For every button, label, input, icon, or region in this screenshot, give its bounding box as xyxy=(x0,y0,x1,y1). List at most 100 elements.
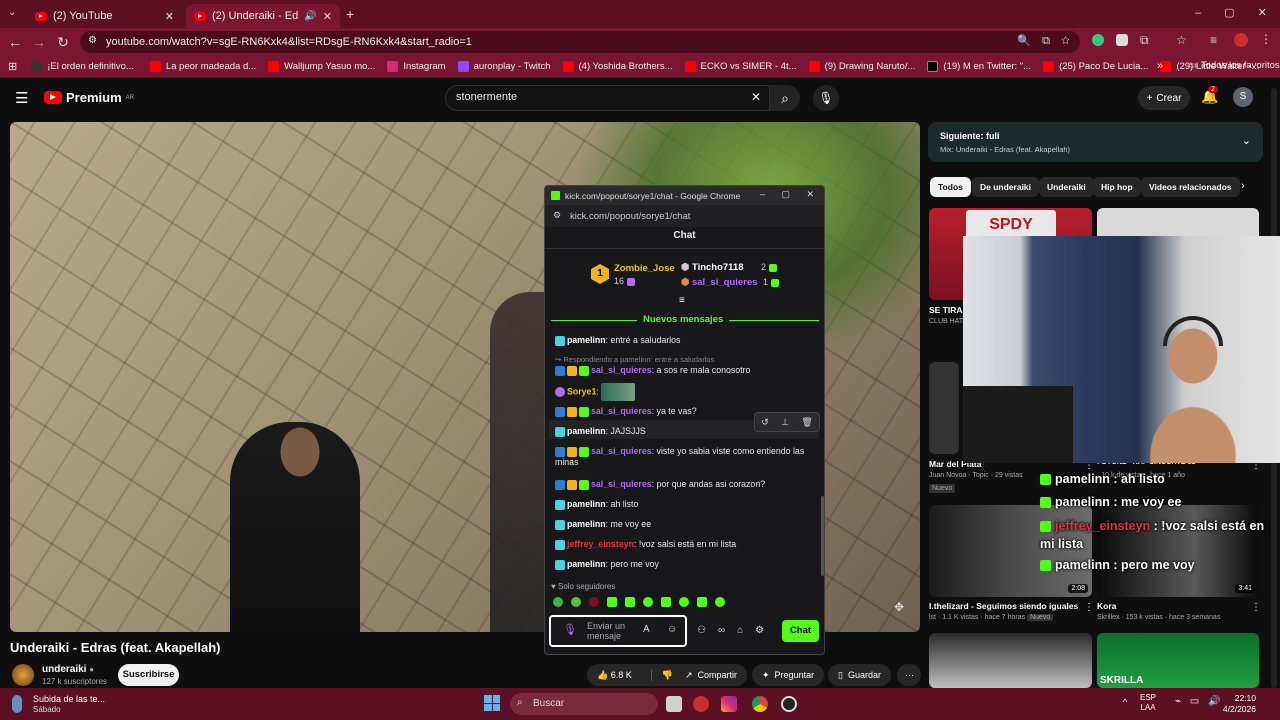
gear-icon[interactable]: ⚙ xyxy=(755,625,764,636)
reply-icon[interactable]: ↺ xyxy=(761,417,769,428)
windows-start-icon[interactable] xyxy=(484,695,500,711)
account-avatar[interactable]: S xyxy=(1233,87,1253,107)
site-info-icon[interactable]: ⚙ xyxy=(88,35,97,46)
more-icon[interactable]: ⋮ xyxy=(1251,602,1261,613)
close-icon[interactable]: ✕ xyxy=(323,10,332,23)
move-icon[interactable]: ✥ xyxy=(894,600,904,614)
chat-message[interactable]: pamelinn: entré a saludarlos xyxy=(555,335,815,346)
chip-todos[interactable]: Todos xyxy=(930,177,971,197)
new-tab-button[interactable]: + xyxy=(346,6,354,22)
omnibox-actions[interactable]: 🔍 ⧉ ☆ xyxy=(1017,34,1070,48)
channel-name[interactable]: underaiki ● xyxy=(42,664,94,675)
back-icon[interactable]: ← xyxy=(3,34,27,50)
system-tray-icons[interactable]: ⌁ ▭ 🔊 xyxy=(1175,696,1220,707)
collapse-leaderboard-icon[interactable]: ≡ xyxy=(679,295,685,306)
share-button[interactable]: ↗ Compartir xyxy=(675,664,748,686)
chat-message[interactable]: pamelinn: pero me voy xyxy=(555,559,815,570)
emote-icon[interactable] xyxy=(661,597,671,607)
chat-message[interactable]: Sorye1: xyxy=(555,383,815,401)
create-button[interactable]: + Crear xyxy=(1138,86,1190,110)
chrome-icon[interactable] xyxy=(752,696,768,712)
emote-icon[interactable] xyxy=(571,597,581,607)
emote-icon[interactable] xyxy=(589,597,599,607)
emote-icon[interactable] xyxy=(697,597,707,607)
gifter-2[interactable]: ⬢ Tincho7118 xyxy=(681,262,744,273)
more-button[interactable]: ⋯ xyxy=(897,664,921,686)
top-gifter-name[interactable]: Zombie_Jose xyxy=(614,263,675,274)
video-thumbnail[interactable] xyxy=(929,633,1092,688)
tab-underaiki[interactable]: (2) Underaiki - Edras (feat. 🔊 ✕ xyxy=(186,4,340,28)
chat-message[interactable]: pamelinn: ah listo xyxy=(555,499,815,510)
chat-message-input[interactable]: 🎙 Enviar un mensaje A ☺ xyxy=(549,615,687,647)
bookmark[interactable]: (9) Drawing Naruto/... xyxy=(808,61,915,72)
search-button[interactable]: ⌕ xyxy=(770,85,800,111)
chevron-right-icon[interactable]: › xyxy=(1241,180,1245,192)
search-input[interactable]: stonermente ✕ xyxy=(445,85,770,111)
more-icon[interactable]: ⋮ xyxy=(1084,602,1094,613)
chat-message[interactable]: pamelinn: me voy ee xyxy=(555,519,815,530)
emote-icon[interactable] xyxy=(553,597,563,607)
chat-message[interactable]: sal_si_quieres: por que andas asi corazo… xyxy=(555,479,815,490)
side-video-title[interactable]: I.thelizard - Seguimos siendo iguales xyxy=(929,601,1078,611)
bookmark[interactable]: (4) Yoshida Brothers... xyxy=(562,61,673,72)
infinity-icon[interactable]: ∞ xyxy=(718,625,725,636)
users-icon[interactable]: ⚇ xyxy=(697,625,706,636)
youtube-logo[interactable]: Premium AR xyxy=(44,90,134,105)
extension-icon[interactable] xyxy=(1116,34,1128,46)
clear-search-icon[interactable]: ✕ xyxy=(751,90,761,104)
save-button[interactable]: ▯ Guardar xyxy=(828,664,891,686)
apps-icon[interactable]: ⊞ xyxy=(8,60,17,73)
reply-context[interactable]: ↪ Respondiendo a pamelinn: entré a salud… xyxy=(555,354,815,365)
chip-underaiki[interactable]: Underaiki xyxy=(1039,177,1094,197)
chat-message[interactable]: jeffrey_einsteyn: !voz salsi está en mi … xyxy=(555,539,815,550)
bookmark[interactable]: ECKO vs SIMER - 4t... xyxy=(684,61,797,72)
chevron-right-icon[interactable]: » xyxy=(1157,60,1163,72)
channel-avatar[interactable] xyxy=(12,664,34,686)
task-view-icon[interactable] xyxy=(666,696,682,712)
emote-icon[interactable] xyxy=(607,597,617,607)
dislike-button[interactable]: 👎 xyxy=(650,669,673,681)
bookmark[interactable]: Walljump Yasuo mo... xyxy=(268,61,375,72)
app-icon[interactable] xyxy=(693,696,709,712)
chip-videos-relacionados[interactable]: Videos relacionados xyxy=(1141,177,1240,197)
extension-icon[interactable] xyxy=(1092,34,1104,46)
taskbar-search[interactable]: ⌕ Buscar xyxy=(510,693,658,715)
chevron-down-icon[interactable]: ⌄ xyxy=(1242,134,1251,147)
clock[interactable]: 22:10 4/2/2026 xyxy=(1218,693,1256,715)
bookmark[interactable]: (19) M en Twitter: "... xyxy=(927,61,1031,72)
store-icon[interactable]: ⌂ xyxy=(737,625,743,636)
emoji-icon[interactable]: ☺ xyxy=(667,625,677,635)
puzzle-icon[interactable]: ⧉ xyxy=(1140,33,1149,48)
like-button[interactable]: 👍 6.8 K xyxy=(597,670,632,681)
profile-avatar[interactable] xyxy=(1234,33,1248,47)
chat-scrollbar[interactable] xyxy=(821,496,824,576)
chat-message[interactable]: sal_si_quieres: viste yo sabia viste com… xyxy=(555,446,815,468)
tab-search-icon[interactable]: ⌄ xyxy=(8,7,16,18)
send-chat-button[interactable]: Chat xyxy=(782,620,819,642)
up-next-card[interactable]: Siguiente: fuli Mix: Underaiki - Edras (… xyxy=(928,122,1263,162)
popup-titlebar[interactable]: kick.com/popout/sorye1/chat - Google Chr… xyxy=(545,186,824,205)
chat-message[interactable]: sal_si_quieres: a sos re mala conosotro xyxy=(555,365,815,376)
close-icon[interactable]: ✕ xyxy=(165,10,174,23)
emote-icon[interactable] xyxy=(625,597,635,607)
chip-de-underaiki[interactable]: De underaiki xyxy=(972,177,1040,197)
bookmark[interactable]: auronplay - Twitch xyxy=(457,61,551,72)
video-thumbnail[interactable] xyxy=(929,362,959,454)
ask-button[interactable]: ✦ Preguntar xyxy=(752,664,825,686)
video-thumbnail[interactable]: SKRILLA xyxy=(1097,633,1259,688)
hamburger-menu-icon[interactable]: ☰ xyxy=(15,89,28,107)
steam-icon[interactable] xyxy=(781,696,797,712)
bookmark[interactable]: ¡El orden definitivo... xyxy=(31,61,134,72)
chip-hip-hop[interactable]: Hip hop xyxy=(1093,177,1141,197)
popup-window-controls[interactable]: – ▢ ✕ xyxy=(760,189,814,200)
bookmark[interactable]: (25) Paco De Lucia... xyxy=(1043,61,1148,72)
bookmark[interactable]: Instagram xyxy=(387,61,446,72)
all-bookmarks-folder[interactable]: ▭ Todos los favoritos xyxy=(1188,60,1280,71)
media-icon[interactable]: ≡ xyxy=(1210,33,1217,47)
tab-youtube[interactable]: (2) YouTube ✕ xyxy=(27,4,182,28)
speaker-icon[interactable]: 🔊 xyxy=(304,11,316,22)
side-video-title[interactable]: Kora xyxy=(1097,601,1116,611)
subscribe-button[interactable]: Suscribirse xyxy=(118,664,179,686)
site-info-icon[interactable]: ⚙ xyxy=(553,210,561,221)
chevron-up-icon[interactable]: ^ xyxy=(1123,697,1127,707)
